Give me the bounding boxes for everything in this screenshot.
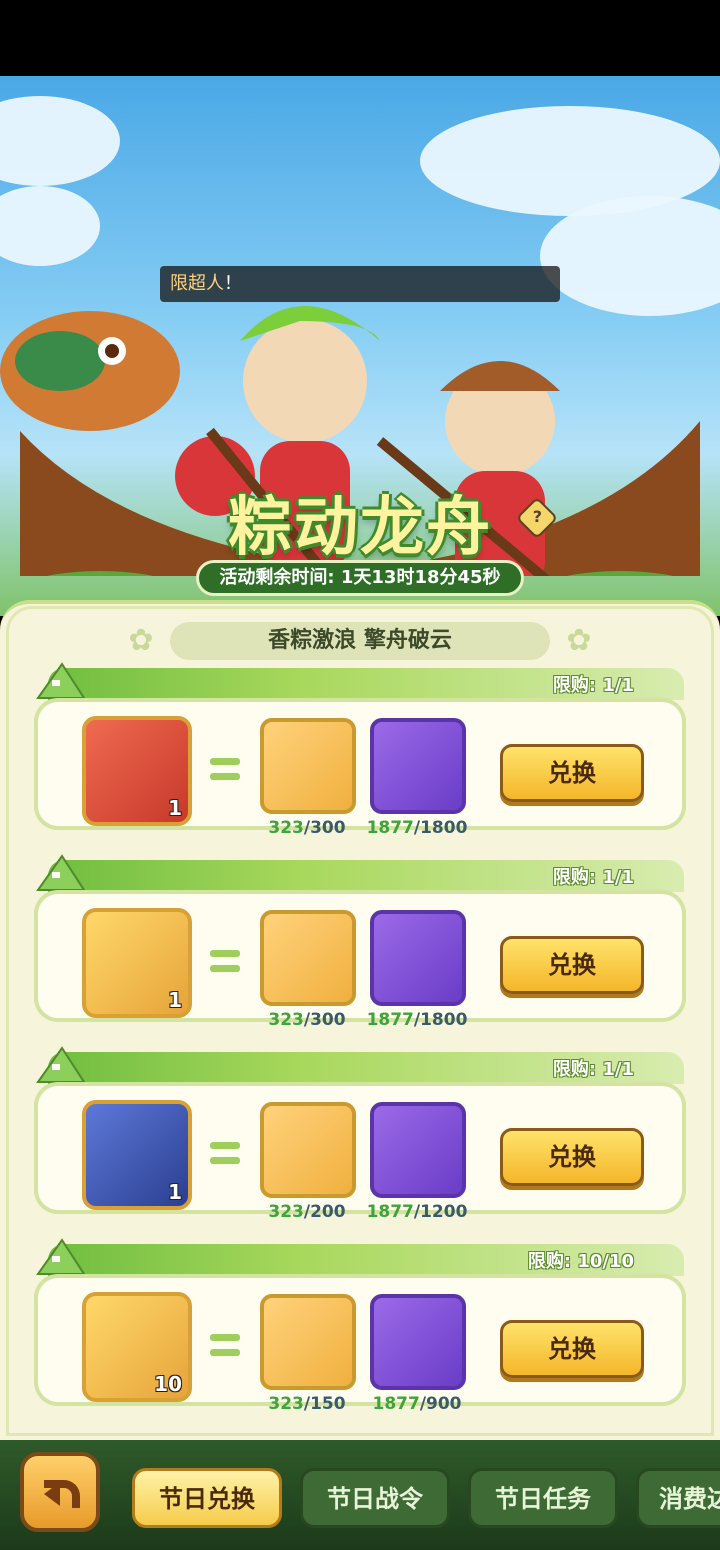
exchange-button[interactable]: 兑换 [500, 1128, 644, 1186]
exchange-card: 限购: 1/1 1 323/300 1877/1800 兑换 [34, 854, 686, 1030]
event-banner: 限超人！ 粽动龙舟 ? 活动剩余时间: 1天13时18分45秒 [0, 76, 720, 616]
dragon-boat-token-icon [260, 1294, 356, 1390]
flower-ornament-icon: ✿ [128, 623, 154, 658]
equals-icon [210, 758, 240, 780]
zongzi-count: 1877/1800 [366, 1010, 468, 1030]
exchange-card: 限购: 1/1 1 323/200 1877/1200 兑换 [34, 1046, 686, 1222]
orange-potion-icon[interactable]: 10 [82, 1292, 192, 1402]
purchase-limit: 限购: 10/10 [527, 1251, 634, 1272]
purchase-limit: 限购: 1/1 [552, 1059, 634, 1080]
flower-ornament-icon: ✿ [566, 623, 592, 658]
item-quantity: 1 [168, 1180, 182, 1204]
token-count: 323/200 [268, 1202, 346, 1222]
speech-highlight: 限超人 [170, 273, 224, 294]
tab-festival-tasks[interactable]: 节日任务 [468, 1468, 618, 1528]
back-arrow-icon[interactable] [20, 1452, 100, 1532]
speech-text: ！ [224, 273, 242, 294]
token-count: 323/300 [268, 818, 346, 838]
token-count: 323/300 [268, 1010, 346, 1030]
exchange-button[interactable]: 兑换 [500, 744, 644, 802]
speech-bubble: 限超人！ [160, 266, 560, 302]
zongzi-count: 1877/900 [372, 1394, 462, 1414]
item-quantity: 1 [168, 796, 182, 820]
dragon-boat-token-icon [260, 718, 356, 814]
purchase-limit: 限购: 1/1 [552, 867, 634, 888]
green-capsule-icon[interactable]: 1 [82, 716, 192, 826]
event-title: 粽动龙舟 [228, 491, 492, 565]
exchange-button[interactable]: 兑换 [500, 936, 644, 994]
equals-icon [210, 1142, 240, 1164]
event-timer: 活动剩余时间: 1天13时18分45秒 [196, 560, 524, 596]
zongzi-token-icon [370, 1294, 466, 1390]
token-count: 323/150 [268, 1394, 346, 1414]
blue-frame-icon[interactable]: 1 [82, 1100, 192, 1210]
tab-festival-exchange[interactable]: 节日兑换 [132, 1468, 282, 1528]
equals-icon [210, 1334, 240, 1356]
item-quantity: 10 [154, 1372, 182, 1396]
exchange-card: 限购: 1/1 1 323/300 1877/1800 兑换 [34, 662, 686, 838]
tab-festival-battlepass[interactable]: 节日战令 [300, 1468, 450, 1528]
panel-subtitle: 香粽激浪 擎舟破云 [170, 622, 550, 660]
exchange-card: 限购: 10/10 10 323/150 1877/900 兑换 [34, 1238, 686, 1414]
tab-spending[interactable]: 消费达 [636, 1468, 720, 1528]
dragon-boat-token-icon [260, 1102, 356, 1198]
zongzi-count: 1877/1800 [366, 818, 468, 838]
zongzi-token-icon [370, 910, 466, 1006]
exchange-button[interactable]: 兑换 [500, 1320, 644, 1378]
zongzi-token-icon [370, 1102, 466, 1198]
item-quantity: 1 [168, 988, 182, 1012]
status-bar [0, 0, 720, 76]
mystery-chest-icon[interactable]: 1 [82, 908, 192, 1018]
purchase-limit: 限购: 1/1 [552, 675, 634, 696]
zongzi-token-icon [370, 718, 466, 814]
equals-icon [210, 950, 240, 972]
zongzi-count: 1877/1200 [366, 1202, 468, 1222]
dragon-boat-token-icon [260, 910, 356, 1006]
